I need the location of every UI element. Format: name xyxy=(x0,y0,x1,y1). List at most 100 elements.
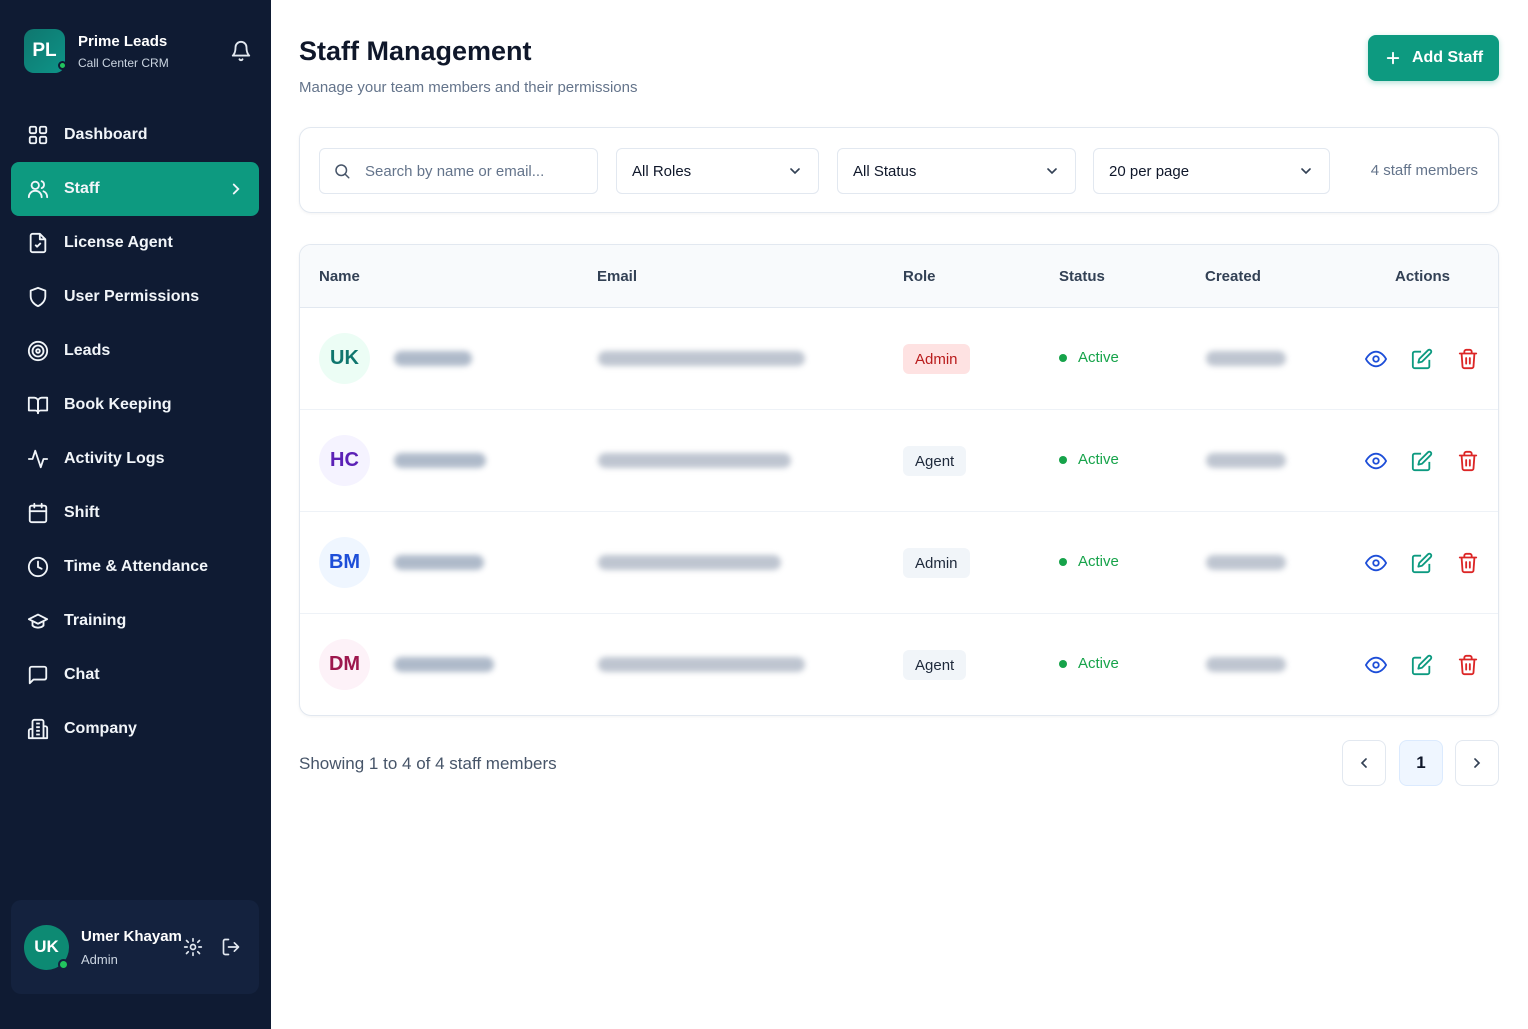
column-header-status: Status xyxy=(1059,268,1105,285)
avatar: DM xyxy=(319,639,370,690)
column-header-actions: Actions xyxy=(1395,268,1451,285)
redacted-email xyxy=(598,351,805,366)
add-staff-button[interactable]: Add Staff xyxy=(1368,35,1499,81)
table-row: BM Admin Active xyxy=(300,512,1498,614)
status-dot xyxy=(1059,557,1067,566)
eye-icon[interactable] xyxy=(1365,552,1387,574)
role-badge-text: Admin xyxy=(915,350,958,368)
gear-icon[interactable] xyxy=(183,937,203,957)
user-role: Admin xyxy=(81,951,118,967)
role-badge-text: Admin xyxy=(915,554,958,572)
clock-icon xyxy=(27,556,49,578)
sidebar-item-user-permissions[interactable]: User Permissions xyxy=(11,270,259,324)
avatar-initials: BM xyxy=(328,551,361,573)
sidebar-item-label: User Permissions xyxy=(64,288,200,305)
sidebar-item-label: Shift xyxy=(64,504,100,521)
redacted-date xyxy=(1206,657,1286,672)
eye-icon[interactable] xyxy=(1365,450,1387,472)
sidebar-item-staff[interactable]: Staff xyxy=(11,162,259,216)
previous-page-button[interactable] xyxy=(1342,740,1386,786)
role-badge-text: Agent xyxy=(915,452,955,470)
filter-bar: All Roles All Status 20 per page 4 staff… xyxy=(299,127,1499,213)
sidebar-item-time-attendance[interactable]: Time & Attendance xyxy=(11,540,259,594)
user-card: UK Umer Khayam Admin xyxy=(11,900,259,994)
bell-icon[interactable] xyxy=(230,40,252,62)
redacted-date xyxy=(1206,351,1286,366)
sidebar-item-label: Chat xyxy=(64,666,100,683)
edit-icon[interactable] xyxy=(1411,552,1433,574)
status-badge: Active xyxy=(1059,451,1119,468)
trash-icon[interactable] xyxy=(1457,450,1479,472)
online-dot xyxy=(58,61,67,70)
trash-icon[interactable] xyxy=(1457,654,1479,676)
eye-icon[interactable] xyxy=(1365,348,1387,370)
avatar-initials: DM xyxy=(328,653,361,675)
book-icon xyxy=(27,396,49,415)
brand: PL Prime Leads Call Center CRM xyxy=(24,29,252,73)
edit-icon[interactable] xyxy=(1411,654,1433,676)
avatar: HC xyxy=(319,435,370,486)
next-page-button[interactable] xyxy=(1455,740,1499,786)
status-select[interactable]: All Status xyxy=(837,148,1076,194)
role-badge: Admin xyxy=(903,344,970,374)
redacted-date xyxy=(1206,555,1286,570)
trash-icon[interactable] xyxy=(1457,348,1479,370)
edit-icon[interactable] xyxy=(1411,450,1433,472)
chevron-left-icon xyxy=(1360,758,1367,768)
user-name: Umer Khayam xyxy=(81,927,182,945)
avatar[interactable]: UK xyxy=(24,924,69,970)
sidebar-item-label: Staff xyxy=(64,180,100,197)
sidebar-item-dashboard[interactable]: Dashboard xyxy=(11,108,259,162)
brand-logo-text: PL xyxy=(32,40,57,61)
add-staff-label: Add Staff xyxy=(1411,49,1484,66)
avatar-initials: HC xyxy=(330,449,359,471)
graduation-cap-icon xyxy=(27,613,49,629)
trash-icon[interactable] xyxy=(1457,552,1479,574)
brand-subtitle: Call Center CRM xyxy=(78,55,169,70)
avatar: BM xyxy=(319,537,370,588)
role-badge-text: Agent xyxy=(915,656,955,674)
avatar-initials: UK xyxy=(330,347,359,369)
brand-logo: PL xyxy=(24,29,67,73)
sidebar-item-label: Dashboard xyxy=(64,126,148,143)
sidebar-nav: Dashboard Staff License Agent User Permi… xyxy=(11,108,259,756)
table-header: Name Email Role Status Created Actions xyxy=(300,245,1498,308)
sidebar-item-shift[interactable]: Shift xyxy=(11,486,259,540)
users-icon xyxy=(27,180,49,199)
redacted-name xyxy=(394,657,494,672)
staff-table: Name Email Role Status Created Actions U… xyxy=(299,244,1499,716)
logout-icon[interactable] xyxy=(221,937,241,957)
sidebar-item-label: Training xyxy=(64,612,127,629)
sidebar-item-company[interactable]: Company xyxy=(11,702,259,756)
page-button-current[interactable]: 1 xyxy=(1399,740,1443,786)
sidebar-item-label: License Agent xyxy=(64,234,173,251)
search-box xyxy=(319,148,598,194)
sidebar-item-license-agent[interactable]: License Agent xyxy=(11,216,259,270)
online-dot xyxy=(58,958,69,970)
chevron-down-icon xyxy=(790,168,800,175)
file-icon xyxy=(29,232,47,254)
per-page-select[interactable]: 20 per page xyxy=(1093,148,1330,194)
chevron-down-icon xyxy=(1047,168,1057,175)
sidebar-item-activity-logs[interactable]: Activity Logs xyxy=(11,432,259,486)
sidebar-item-chat[interactable]: Chat xyxy=(11,648,259,702)
avatar: UK xyxy=(319,333,370,384)
redacted-name xyxy=(394,351,472,366)
sidebar-item-leads[interactable]: Leads xyxy=(11,324,259,378)
sidebar-item-book-keeping[interactable]: Book Keeping xyxy=(11,378,259,432)
table-row: DM Agent Active xyxy=(300,614,1498,715)
sidebar-item-training[interactable]: Training xyxy=(11,594,259,648)
role-select[interactable]: All Roles xyxy=(616,148,819,194)
search-input[interactable] xyxy=(365,162,585,180)
edit-icon[interactable] xyxy=(1411,348,1433,370)
status-text: Active xyxy=(1078,349,1119,366)
eye-icon[interactable] xyxy=(1365,654,1387,676)
status-select-value: All Status xyxy=(853,162,917,180)
redacted-date xyxy=(1206,453,1286,468)
shield-icon xyxy=(29,286,47,308)
role-select-value: All Roles xyxy=(632,162,692,180)
activity-icon xyxy=(27,449,49,469)
avatar-initials: UK xyxy=(34,937,59,956)
redacted-email xyxy=(598,555,781,570)
status-text: Active xyxy=(1078,655,1119,672)
